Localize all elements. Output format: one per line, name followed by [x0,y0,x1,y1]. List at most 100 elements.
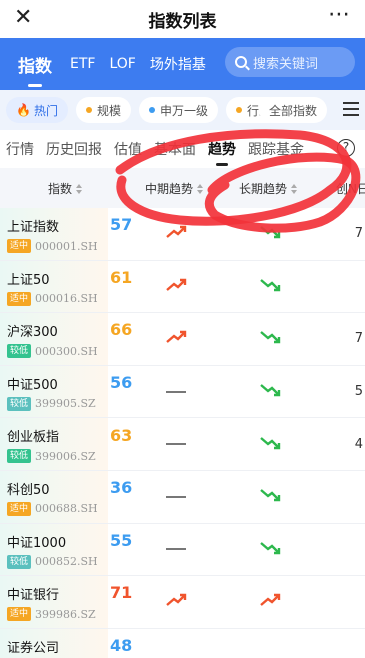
long-trend-cell [220,540,320,559]
index-meta: 较低 399905.SZ [7,396,108,411]
subtab-fundamental[interactable]: 基本面 [154,139,196,159]
help-icon[interactable]: ? [337,139,355,157]
valuation-tag: 较低 [7,396,32,411]
subtab-tracking-fund[interactable]: 跟踪基金 [248,139,304,159]
index-name-cell: 创业板指 较低 399006.SZ [0,418,108,470]
valuation-tag: 适中 [7,239,32,253]
column-header-long-trend[interactable]: 长期趋势 [218,180,318,197]
tab-otc-index-fund[interactable]: 场外指基 [150,54,206,74]
index-meta: 适中 000688.SH [7,501,108,516]
subtab-history-return[interactable]: 历史回报 [46,139,102,159]
index-code: 399006.SZ [35,449,96,463]
sort-icon [76,184,82,194]
index-meta: 较低 399006.SZ [7,449,108,464]
table-row[interactable]: 沪深300 较低 000300.SH 66 7 [0,313,365,366]
valuation-tag: 较低 [7,344,32,359]
trend-score: 48 [110,636,133,656]
dot-icon [236,107,242,113]
index-name: 科创50 [7,482,50,498]
chip-hot[interactable]: 🔥 热门 [6,97,68,123]
valuation-tag: 适中 [7,291,32,306]
long-trend-cell [220,224,320,243]
index-code: 000688.SH [35,502,98,516]
tab-lof[interactable]: LOF [109,56,135,72]
trend-flat-icon [166,495,186,498]
table-row[interactable]: 上证50 适中 000016.SH 61 [0,260,365,314]
tab-etf[interactable]: ETF [70,56,95,72]
table-row[interactable]: 中证500 较低 399905.SZ 56 5 [0,365,365,419]
more-options-icon[interactable]: ⋯ [328,2,351,27]
table-row[interactable]: 科创50 适中 000688.SH 36 [0,470,365,524]
trend-score: 63 [110,425,133,445]
index-name: 上证50 [7,272,50,288]
trend-down-icon [259,435,281,454]
mid-trend-cell [132,443,220,446]
menu-icon[interactable] [343,102,359,120]
valuation-tag: 适中 [7,501,32,516]
index-code: 000016.SH [35,292,98,306]
dot-icon [148,107,155,113]
flame-icon: 🔥 [16,103,31,117]
mid-trend-cell [132,592,220,611]
index-name-cell: 沪深300 较低 000300.SH [0,313,108,365]
valuation-tag: 适中 [7,607,32,622]
mid-trend-cell [132,390,220,393]
search-icon [235,56,247,68]
table-row[interactable]: 中证1000 较低 000852.SH 55 [0,523,365,577]
column-header-index[interactable]: 指数 [0,180,130,197]
sort-icon [197,184,203,194]
search-input[interactable]: 搜索关键词 [225,47,355,77]
table-row[interactable]: 创业板指 较低 399006.SZ 63 4 [0,418,365,471]
chip-sw-level1[interactable]: 申万一级 [138,97,218,123]
long-trend-cell [220,277,320,296]
mid-trend-cell [132,548,220,551]
mid-trend-cell [132,495,220,498]
index-meta: 适中 000016.SH [7,291,108,306]
trend-flat-icon [166,443,186,446]
trend-score: 56 [110,373,133,393]
trend-down-icon [259,224,281,243]
trend-up-icon [165,592,187,611]
close-icon[interactable]: ✕ [14,6,32,30]
chip-label: 申万一级 [159,103,208,118]
subtab-valuation[interactable]: 估值 [114,139,142,159]
index-code: 000001.SH [35,239,98,253]
table-row[interactable]: 上证指数 适中 000001.SH 57 7 [0,208,365,261]
trend-score: 61 [110,267,133,287]
index-meta: 适中 000001.SH [7,239,108,253]
trend-down-icon [259,487,281,506]
index-name-cell: 中证1000 较低 000852.SH [0,523,108,576]
index-name-cell: 中证500 较低 399905.SZ [0,365,108,418]
trend-score: 66 [110,320,133,340]
title-bar: ✕ 指数列表 ⋯ [0,0,365,38]
subtab-quote[interactable]: 行情 [6,139,34,159]
trend-down-icon [259,382,281,401]
index-table-body: 上证指数 适中 000001.SH 57 7 上证50 适中 000016.SH 61 沪深300… [0,208,365,658]
table-row[interactable]: 证券公司 48 [0,628,365,658]
table-row[interactable]: 中证银行 适中 399986.SZ 71 [0,576,365,629]
trend-up-icon [165,224,187,243]
trend-score: 36 [110,478,133,498]
table-header: 指数 中期趋势 长期趋势 创N日 [0,168,365,208]
valuation-tag: 较低 [7,554,32,569]
chip-all-index[interactable]: 全部指数 [258,97,327,123]
page-title: 指数列表 [148,11,217,32]
subtab-trend[interactable]: 趋势 [208,139,236,166]
index-name-cell: 证券公司 [0,628,108,658]
column-header-mid-trend[interactable]: 中期趋势 [130,180,218,197]
search-placeholder: 搜索关键词 [253,56,319,72]
trend-up-icon [165,277,187,296]
index-meta: 适中 399986.SZ [7,607,108,622]
sort-icon [291,184,297,194]
tab-index[interactable]: 指数 [18,52,52,87]
index-code: 000300.SH [35,344,98,358]
new-high-days: 7 [354,226,363,242]
long-trend-cell [220,382,320,401]
column-header-new-high[interactable]: 创N日 [318,180,365,197]
mid-trend-cell [132,224,220,243]
long-trend-cell [220,487,320,506]
index-name: 中证500 [7,377,58,393]
mid-trend-cell [132,329,220,348]
trend-down-icon [259,329,281,348]
chip-scale[interactable]: 规模 [75,97,131,123]
